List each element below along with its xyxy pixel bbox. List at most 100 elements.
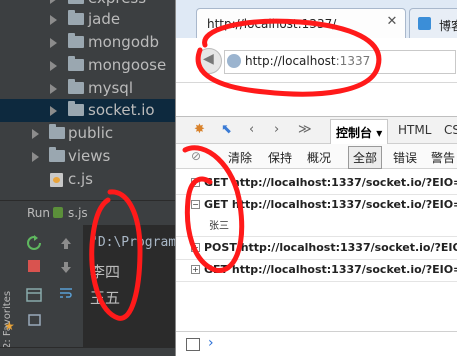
- stop-icon[interactable]: [28, 260, 40, 272]
- filter-warnings[interactable]: 警告: [431, 149, 455, 166]
- url-host: http://localhost: [245, 54, 336, 68]
- log-method: GET: [204, 198, 229, 211]
- tree-item-label: socket.io: [88, 101, 155, 119]
- log-url: http://localhost:1337/socket.io/?EIO=38: [231, 198, 457, 211]
- clear-icon[interactable]: ⊘: [191, 149, 201, 163]
- console-tool-column: [48, 225, 84, 356]
- developer-tools: ✸ ⬉ ‹ › ≫ 控制台 ▾ HTML CS ⊘ 清除 保持 概况 全部 错误…: [176, 116, 457, 356]
- console-line: "D:\Program: [90, 235, 175, 250]
- scroll-down-icon[interactable]: [58, 260, 74, 276]
- tab-console-label: 控制台: [336, 126, 373, 140]
- console-input[interactable]: ›: [176, 331, 457, 356]
- expand-arrow-icon[interactable]: [50, 0, 57, 4]
- log-method: POST: [204, 241, 237, 254]
- log-row[interactable]: + GET http://localhost:1337/socket.io/?E…: [176, 172, 457, 195]
- tab-css[interactable]: CS: [444, 123, 457, 137]
- run-label: Run: [27, 206, 51, 220]
- favorites-tab[interactable]: 2: Favorites: [2, 269, 18, 349]
- ie-icon: [418, 17, 431, 30]
- tree-item-views[interactable]: views: [0, 145, 175, 168]
- run-config-tab[interactable]: s.js: [68, 206, 88, 220]
- tab-html[interactable]: HTML: [398, 123, 431, 137]
- soft-wrap-icon[interactable]: [58, 285, 74, 301]
- tree-item-label: c.js: [68, 170, 93, 188]
- log-row[interactable]: + POST http://localhost:1337/socket.io/?…: [176, 236, 457, 260]
- log-method: GET: [204, 176, 229, 189]
- layout-icon[interactable]: [26, 287, 42, 303]
- command-line-icon[interactable]: ≫: [298, 122, 312, 137]
- expand-arrow-icon[interactable]: [50, 84, 57, 94]
- back-arrow-icon: ◀: [203, 51, 214, 67]
- tab-title: 博客: [439, 19, 457, 33]
- filter-errors[interactable]: 错误: [393, 149, 417, 166]
- tree-item-label: public: [68, 124, 114, 142]
- filter-clear[interactable]: 清除: [228, 149, 252, 166]
- filter-profile[interactable]: 概况: [307, 149, 331, 166]
- folder-icon: [68, 56, 84, 71]
- tab-blog[interactable]: 博客: [409, 8, 457, 39]
- back-button[interactable]: ◀: [196, 48, 222, 74]
- tree-item-label: mongoose: [88, 56, 167, 74]
- rerun-icon[interactable]: [26, 235, 42, 251]
- expand-plus-icon[interactable]: +: [191, 243, 200, 252]
- log-url: http://localhost:1337/socket.io/?EIO=38: [240, 241, 457, 254]
- forward-arrow-icon[interactable]: ›: [274, 122, 279, 137]
- console-log: + GET http://localhost:1337/socket.io/?E…: [176, 169, 457, 329]
- expand-arrow-icon[interactable]: [50, 38, 57, 48]
- tree-item-jade[interactable]: jade: [0, 8, 175, 31]
- tree-item-label: jade: [88, 10, 121, 28]
- tree-item-label: mongodb: [88, 33, 160, 51]
- tree-item-c-js[interactable]: c.js: [0, 168, 175, 191]
- log-url: http://localhost:1337/socket.io/?EIO=38: [231, 176, 457, 189]
- scroll-up-icon[interactable]: [58, 235, 74, 251]
- devtools-tab-bar: ✸ ⬉ ‹ › ≫ 控制台 ▾ HTML CS: [176, 117, 457, 145]
- tree-item-socket-io[interactable]: socket.io: [0, 99, 175, 122]
- bug-icon[interactable]: ✸: [194, 122, 205, 137]
- log-method: GET: [204, 263, 229, 276]
- tree-item-label: views: [68, 147, 111, 165]
- console-filter-bar: ⊘ 清除 保持 概况 全部 错误 警告: [176, 144, 457, 169]
- multiline-icon[interactable]: [186, 338, 200, 351]
- log-detail-text: 张三: [209, 221, 229, 232]
- filter-all[interactable]: 全部: [348, 146, 383, 169]
- url-text: http://localhost:1337: [245, 54, 370, 68]
- expand-arrow-icon[interactable]: [32, 152, 39, 162]
- close-icon[interactable]: ✕: [385, 15, 399, 29]
- log-url: http://localhost:1337/socket.io/?EIO=38: [231, 263, 457, 276]
- favorites-strip: 2: Favorites ★: [0, 225, 21, 356]
- inspect-pointer-icon[interactable]: ⬉: [221, 122, 232, 137]
- back-arrow-icon[interactable]: ‹: [249, 122, 254, 137]
- log-row[interactable]: + GET http://localhost:1337/socket.io/?E…: [176, 259, 457, 282]
- filter-persist[interactable]: 保持: [268, 149, 292, 166]
- url-port: :1337: [335, 54, 371, 68]
- prompt-icon: ›: [208, 335, 214, 351]
- folder-icon: [68, 33, 84, 48]
- tree-item-mysql[interactable]: mysql: [0, 77, 175, 100]
- expand-plus-icon[interactable]: +: [191, 178, 200, 187]
- run-tool-column: [20, 225, 49, 356]
- expand-plus-icon[interactable]: +: [191, 265, 200, 274]
- page-content: [176, 83, 457, 116]
- expand-arrow-icon[interactable]: [50, 106, 57, 116]
- bottom-tool-tabs: [0, 347, 175, 356]
- expand-arrow-icon[interactable]: [50, 61, 57, 71]
- folder-icon: [68, 79, 84, 94]
- folder-icon: [68, 0, 84, 4]
- log-detail: 张三: [176, 215, 457, 232]
- log-text: GET http://localhost:1337/socket.io/?EIO…: [204, 198, 457, 211]
- log-row[interactable]: − GET http://localhost:1337/socket.io/?E…: [176, 194, 457, 216]
- url-input[interactable]: http://localhost:1337: [224, 50, 456, 74]
- folder-icon: [49, 147, 65, 162]
- restore-icon[interactable]: [26, 313, 42, 329]
- tree-item-label: mysql: [88, 79, 133, 97]
- tab-localhost[interactable]: http://localhost:1337/ ✕: [196, 8, 406, 39]
- expand-arrow-icon[interactable]: [32, 129, 39, 139]
- tree-item-public[interactable]: public: [0, 122, 175, 145]
- collapse-minus-icon[interactable]: −: [191, 200, 200, 209]
- tree-item-mongoose[interactable]: mongoose: [0, 54, 175, 77]
- globe-icon: [227, 54, 241, 68]
- log-text: GET http://localhost:1337/socket.io/?EIO…: [204, 176, 457, 189]
- expand-arrow-icon[interactable]: [50, 15, 57, 25]
- tab-console[interactable]: 控制台 ▾: [330, 119, 389, 145]
- tree-item-mongodb[interactable]: mongodb: [0, 31, 175, 54]
